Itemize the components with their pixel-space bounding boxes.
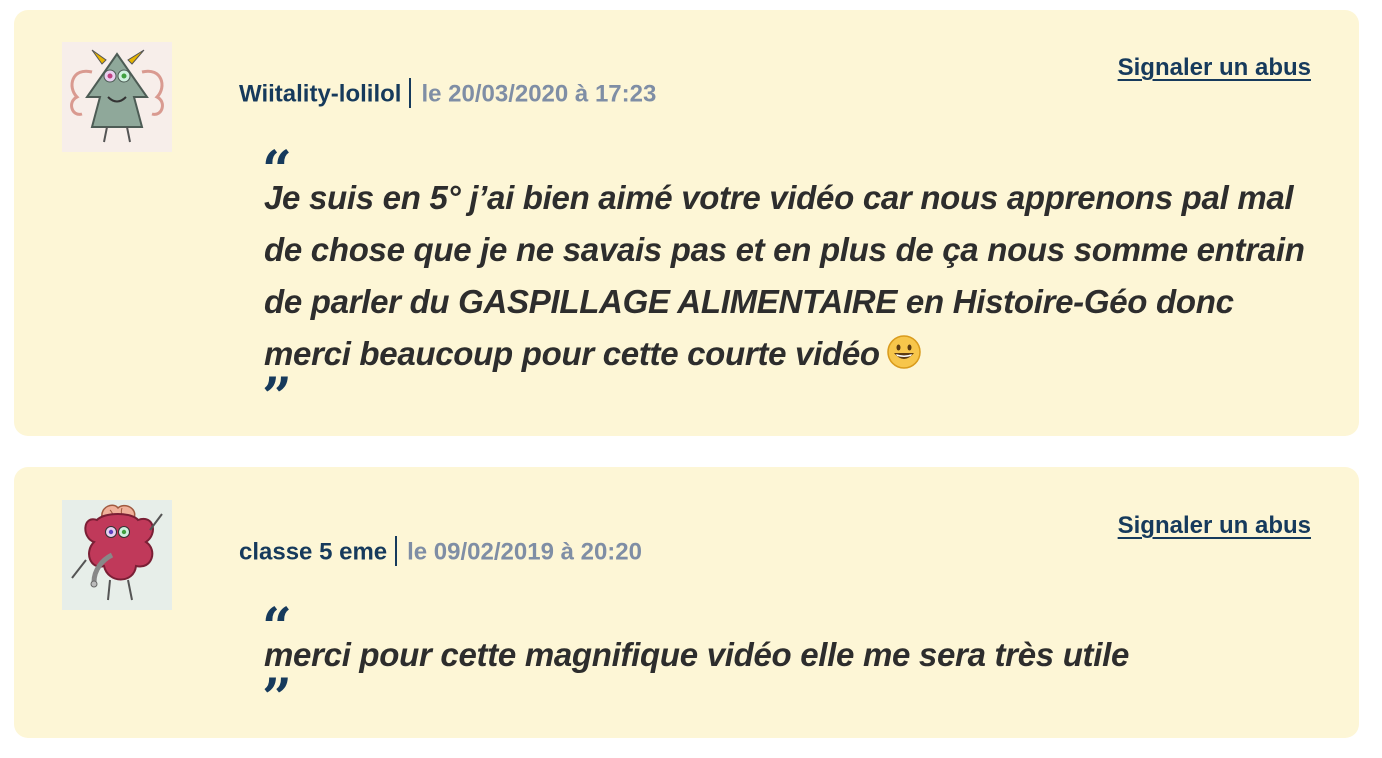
author-name[interactable]: Wiitality-lolilol bbox=[239, 80, 401, 107]
report-abuse-link[interactable]: Signaler un abus bbox=[1118, 512, 1311, 540]
comment-message: merci pour cette magnifique vidéo elle m… bbox=[264, 636, 1130, 673]
author-name[interactable]: classe 5 eme bbox=[239, 538, 387, 565]
comment-date: le 09/02/2019 à 20:20 bbox=[407, 538, 642, 566]
comment-meta: Wiitality-lolilol le 20/03/2020 à 17:23 bbox=[239, 78, 657, 110]
user-avatar[interactable] bbox=[62, 500, 172, 610]
comment-meta: classe 5 eme le 09/02/2019 à 20:20 bbox=[239, 536, 642, 568]
red-monster-avatar-icon bbox=[71, 504, 163, 601]
comment-card: classe 5 eme le 09/02/2019 à 20:20 Signal… bbox=[14, 467, 1359, 738]
report-abuse-link[interactable]: Signaler un abus bbox=[1118, 54, 1311, 82]
meta-separator bbox=[395, 536, 398, 566]
close-quote-icon: ” bbox=[262, 677, 292, 707]
meta-separator bbox=[409, 78, 412, 108]
comment-card: Wiitality-lolilol le 20/03/2020 à 17:23 S… bbox=[14, 10, 1359, 436]
close-quote-icon: ” bbox=[262, 376, 292, 406]
user-avatar[interactable] bbox=[62, 42, 172, 152]
grinning-face-emoji bbox=[887, 335, 921, 369]
green-monster-avatar-icon bbox=[70, 49, 164, 143]
comment-date: le 20/03/2020 à 17:23 bbox=[421, 80, 657, 108]
comment-message: Je suis en 5° j’ai bien aimé votre vidéo… bbox=[264, 179, 1305, 372]
